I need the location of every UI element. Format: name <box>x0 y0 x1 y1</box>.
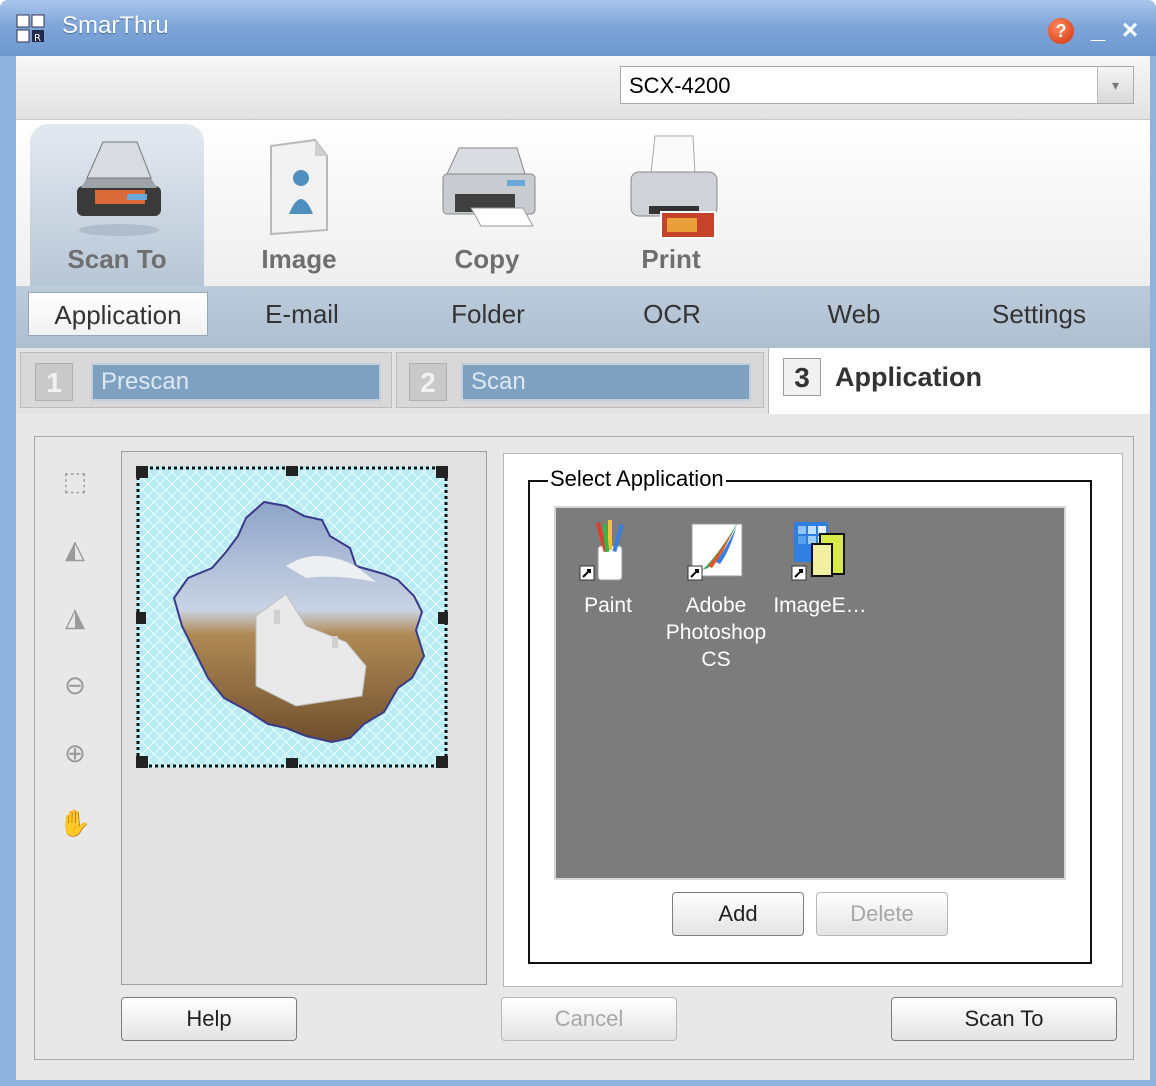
zoom-out-icon[interactable]: ⊖ <box>55 665 95 705</box>
step-prescan[interactable]: 1 Prescan <box>20 352 392 408</box>
main-frame: ⬚ ◭ ◮ ⊖ ⊕ ✋ Select Application Paint Ado… <box>34 436 1134 1060</box>
tab-ocr[interactable]: OCR <box>582 292 762 336</box>
mode-label: Print <box>641 244 701 274</box>
application-panel: Select Application Paint Adobe Photoshop… <box>503 453 1123 987</box>
mode-tabs: Scan To Image Copy Print <box>16 120 1150 286</box>
device-value: SCX-4200 <box>629 73 731 98</box>
image-document-icon <box>270 138 328 236</box>
list-item-adobe-photoshop[interactable]: Adobe Photoshop CS <box>664 514 768 674</box>
scan-button[interactable]: Scan <box>461 363 751 401</box>
device-select[interactable]: SCX-4200 ▾ <box>620 66 1134 104</box>
app-label: ImageE… <box>773 594 867 617</box>
help-icon[interactable]: ? <box>1048 18 1074 44</box>
zoom-in-icon[interactable]: ⊕ <box>55 733 95 773</box>
delete-button[interactable]: Delete <box>816 892 948 936</box>
selection-marquee-icon[interactable]: ⬚ <box>55 461 95 501</box>
photoshop-feather-icon <box>687 522 743 581</box>
scan-preview-image[interactable] <box>136 466 448 768</box>
title-bar[interactable]: R SmarThru ? _ × <box>0 0 1156 56</box>
add-button[interactable]: Add <box>672 892 804 936</box>
step-scan[interactable]: 2 Scan <box>396 352 764 408</box>
step-number: 3 <box>783 358 821 396</box>
help-button[interactable]: Help <box>121 997 297 1041</box>
smarthru-app-icon: R <box>16 14 45 44</box>
window-title: SmarThru <box>62 12 169 39</box>
mode-label: Copy <box>454 244 520 274</box>
tab-web[interactable]: Web <box>764 292 944 336</box>
select-application-group: Select Application Paint Adobe Photoshop… <box>528 466 1092 964</box>
step-label: Application <box>835 362 982 392</box>
minimize-button[interactable]: _ <box>1086 16 1110 42</box>
device-bar: SCX-4200 ▾ <box>16 56 1150 120</box>
mode-tab-print[interactable]: Print <box>584 124 758 286</box>
tab-settings[interactable]: Settings <box>946 292 1132 336</box>
step-application[interactable]: 3 Application <box>768 348 1150 414</box>
app-label: Adobe Photoshop CS <box>665 594 767 671</box>
svg-text:R: R <box>34 33 41 44</box>
prescan-button[interactable]: Prescan <box>91 363 381 401</box>
chevron-down-icon[interactable]: ▾ <box>1097 67 1133 103</box>
step-number: 1 <box>35 363 73 401</box>
mode-tab-scan-to[interactable]: Scan To <box>30 124 204 286</box>
mode-tab-copy[interactable]: Copy <box>400 124 574 286</box>
copier-icon <box>442 147 536 227</box>
close-button[interactable]: × <box>1116 16 1144 44</box>
step-bar: 1 Prescan 2 Scan 3 Application <box>16 348 1150 414</box>
paint-brushes-icon <box>579 520 624 581</box>
printer-icon <box>630 135 718 239</box>
preview-panel[interactable] <box>121 451 487 985</box>
list-item-paint[interactable]: Paint <box>556 514 660 674</box>
hand-pan-icon[interactable]: ✋ <box>55 803 95 843</box>
flip-horizontal-icon[interactable]: ◭ <box>55 529 95 569</box>
scanner-icon <box>77 141 161 236</box>
app-label: Paint <box>584 594 632 617</box>
step-number: 2 <box>409 363 447 401</box>
smarthru-window: R SmarThru ? _ × SCX-4200 ▾ Scan To Imag… <box>0 0 1156 1086</box>
cancel-button[interactable]: Cancel <box>501 997 677 1041</box>
tab-folder[interactable]: Folder <box>398 292 578 336</box>
mode-tab-image[interactable]: Image <box>212 124 386 286</box>
mirror-icon[interactable]: ◮ <box>55 597 95 637</box>
tab-e-mail[interactable]: E-mail <box>212 292 392 336</box>
list-item-image-editor[interactable]: ImageE… <box>768 514 872 674</box>
tab-application[interactable]: Application <box>28 292 208 336</box>
client-area: SCX-4200 ▾ Scan To Image Copy Print Appl… <box>16 56 1150 1080</box>
mode-label: Scan To <box>67 244 167 274</box>
image-editor-icon <box>791 522 845 581</box>
application-list[interactable]: Paint Adobe Photoshop CS ImageE… <box>554 506 1066 880</box>
scan-to-button[interactable]: Scan To <box>891 997 1117 1041</box>
sub-tabs: Application E-mail Folder OCR Web Settin… <box>16 286 1150 348</box>
mode-label: Image <box>261 244 337 274</box>
group-label: Select Application <box>548 466 726 492</box>
